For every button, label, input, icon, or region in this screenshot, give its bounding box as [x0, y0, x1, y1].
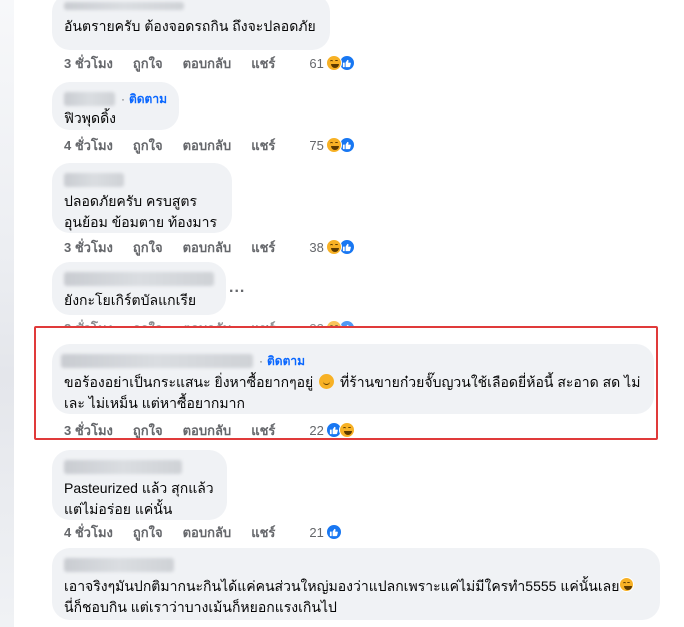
- highlight-box: [34, 326, 658, 440]
- reply-button[interactable]: ตอบกลับ: [183, 522, 232, 543]
- share-button[interactable]: แชร์: [251, 135, 275, 156]
- reaction-icons[interactable]: [325, 524, 342, 540]
- share-button[interactable]: แชร์: [251, 522, 275, 543]
- comment-text: ฟิวพุดดิ้ง: [64, 110, 117, 126]
- commenter-name[interactable]: [64, 458, 215, 476]
- reply-button[interactable]: ตอบกลับ: [183, 53, 232, 74]
- like-button[interactable]: ถูกใจ: [133, 135, 163, 156]
- comment-bubble: ปลอดภัยครับ ครบสูตร อุนย้อม ข้อมตาย ท้อง…: [52, 163, 232, 233]
- comment-actions: 3 ชั่วโมง ถูกใจ ตอบกลับ แชร์ 38: [64, 237, 355, 257]
- haha-icon: [325, 239, 342, 255]
- reaction-count[interactable]: 21: [309, 525, 323, 540]
- commenter-name[interactable]: [64, 92, 115, 106]
- commenter-name[interactable]: [64, 171, 220, 189]
- haha-icon: [325, 137, 342, 153]
- more-options-button[interactable]: ...: [229, 279, 245, 297]
- reply-button[interactable]: ตอบกลับ: [183, 237, 232, 258]
- comment-text: Pasteurized แล้ว สุกแล้ว แต่ไม่อร่อย แค่…: [64, 480, 214, 517]
- comment-bubble: เอาจริงๆมันปกติมากนะกินได้แค่คนส่วนใหญ่ม…: [52, 548, 660, 620]
- comment-time[interactable]: 4 ชั่วโมง: [64, 135, 113, 156]
- comment-time[interactable]: 3 ชั่วโมง: [64, 53, 113, 74]
- comment-actions: 4 ชั่วโมง ถูกใจ ตอบกลับ แชร์ 75: [64, 135, 355, 155]
- reaction-count[interactable]: 38: [309, 240, 323, 255]
- comment-text: อันตรายครับ ต้องจอดรถกิน ถึงจะปลอดภัย: [64, 18, 316, 34]
- reaction-count[interactable]: 61: [309, 56, 323, 71]
- comment-bubble: อันตรายครับ ต้องจอดรถกิน ถึงจะปลอดภัย: [52, 0, 330, 50]
- reaction-icons[interactable]: [325, 239, 355, 255]
- comment-text: ปลอดภัยครับ ครบสูตร อุนย้อม ข้อมตาย ท้อง…: [64, 193, 218, 230]
- comment-actions: 4 ชั่วโมง ถูกใจ ตอบกลับ แชร์ 21: [64, 522, 342, 542]
- comment-bubble: Pasteurized แล้ว สุกแล้ว แต่ไม่อร่อย แค่…: [52, 450, 227, 520]
- separator-dot: ·: [120, 91, 125, 106]
- commenter-name[interactable]: [64, 270, 214, 288]
- like-icon: [325, 524, 342, 540]
- share-button[interactable]: แชร์: [251, 237, 275, 258]
- like-button[interactable]: ถูกใจ: [133, 53, 163, 74]
- laugh-emoji-icon: [619, 577, 634, 592]
- comment-bubble: · ติดตาม ฟิวพุดดิ้ง: [52, 82, 179, 130]
- commenter-name[interactable]: [64, 556, 648, 574]
- reaction-icons[interactable]: [325, 137, 355, 153]
- comment-time[interactable]: 4 ชั่วโมง: [64, 522, 113, 543]
- comment-time[interactable]: 3 ชั่วโมง: [64, 237, 113, 258]
- like-button[interactable]: ถูกใจ: [133, 237, 163, 258]
- share-button[interactable]: แชร์: [251, 53, 275, 74]
- comment-actions: 3 ชั่วโมง ถูกใจ ตอบกลับ แชร์ 61: [64, 53, 355, 73]
- follow-button[interactable]: ติดตาม: [129, 89, 167, 110]
- like-button[interactable]: ถูกใจ: [133, 522, 163, 543]
- reaction-icons[interactable]: [325, 55, 355, 71]
- reaction-count[interactable]: 75: [309, 138, 323, 153]
- reply-button[interactable]: ตอบกลับ: [183, 135, 232, 156]
- comment-text: ยังกะโยเกิร์ตบัลแกเรีย: [64, 292, 197, 308]
- haha-icon: [325, 55, 342, 71]
- comment-text: เอาจริงๆมันปกติมากนะกินได้แค่คนส่วนใหญ่ม…: [64, 578, 620, 615]
- background-panel: [0, 0, 14, 627]
- comment-bubble: ยังกะโยเกิร์ตบัลแกเรีย: [52, 262, 226, 315]
